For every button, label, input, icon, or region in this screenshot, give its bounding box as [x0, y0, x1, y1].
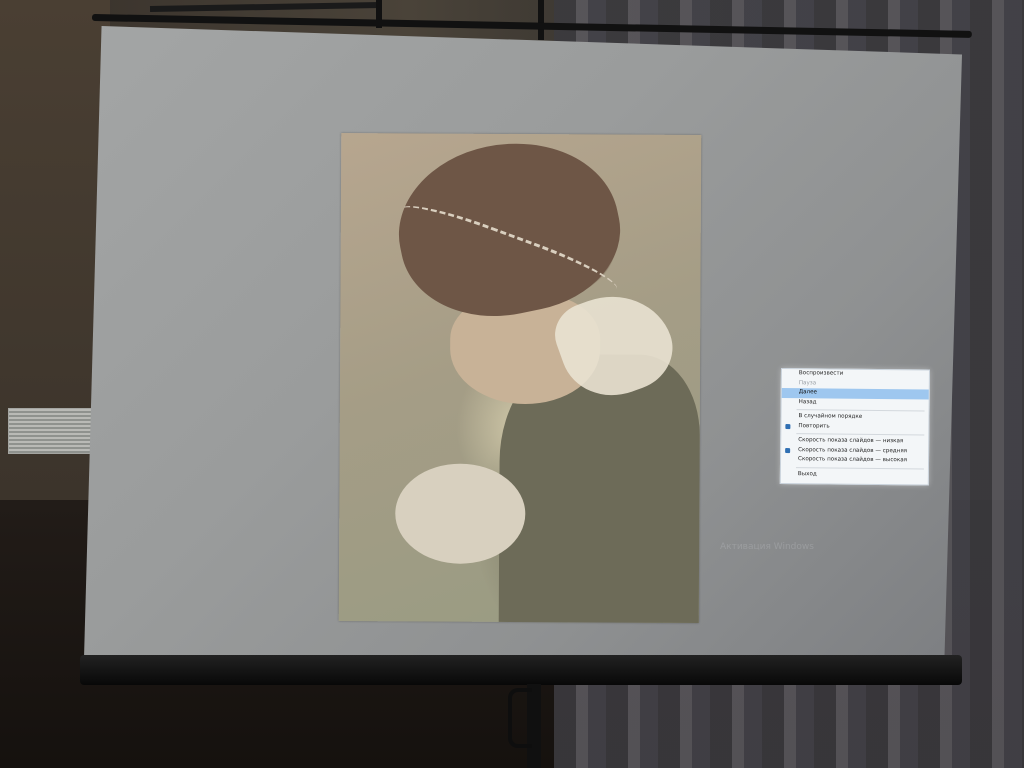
menu-item-loop[interactable]: Повторить: [781, 422, 928, 433]
menu-item-back[interactable]: Назад: [782, 398, 929, 409]
menu-item-label: Скорость показа слайдов — низкая: [798, 437, 904, 445]
menu-separator: [796, 409, 925, 412]
screen-bottom-bar: [80, 655, 962, 685]
menu-item-label: В случайном порядке: [798, 413, 863, 420]
menu-item-label: Скорость показа слайдов — высокая: [798, 456, 908, 464]
radiator: [8, 408, 96, 454]
menu-item-label: Далее: [798, 389, 818, 396]
menu-item-label: Повторить: [798, 422, 830, 430]
menu-item-exit[interactable]: Выход: [781, 470, 928, 481]
menu-separator: [795, 466, 924, 470]
photo-hands-shape: [395, 463, 526, 565]
slide-photo: [338, 123, 702, 623]
screen-mount-bar: [149, 1, 381, 13]
screen-stand-clip: [508, 688, 532, 748]
menu-item-label: Скорость показа слайдов — средняя: [798, 446, 908, 454]
menu-item-label: Воспроизвести: [798, 370, 844, 377]
windows-activation-watermark: Активация Windows: [720, 542, 814, 552]
screen-mount-post-right: [538, 0, 544, 40]
slideshow-context-menu[interactable]: Воспроизвести Пауза Далее Назад В случайном …: [779, 368, 930, 486]
watermark-title: Активация Windows: [720, 542, 814, 552]
check-mark-icon: [785, 423, 791, 429]
menu-item-label: Выход: [797, 470, 817, 477]
menu-item-label: Пауза: [798, 379, 817, 386]
menu-separator: [796, 433, 925, 436]
menu-item-speed-fast[interactable]: Скорость показа слайдов — высокая: [781, 455, 928, 466]
check-mark-icon: [785, 447, 791, 453]
menu-item-label: Назад: [798, 398, 817, 405]
